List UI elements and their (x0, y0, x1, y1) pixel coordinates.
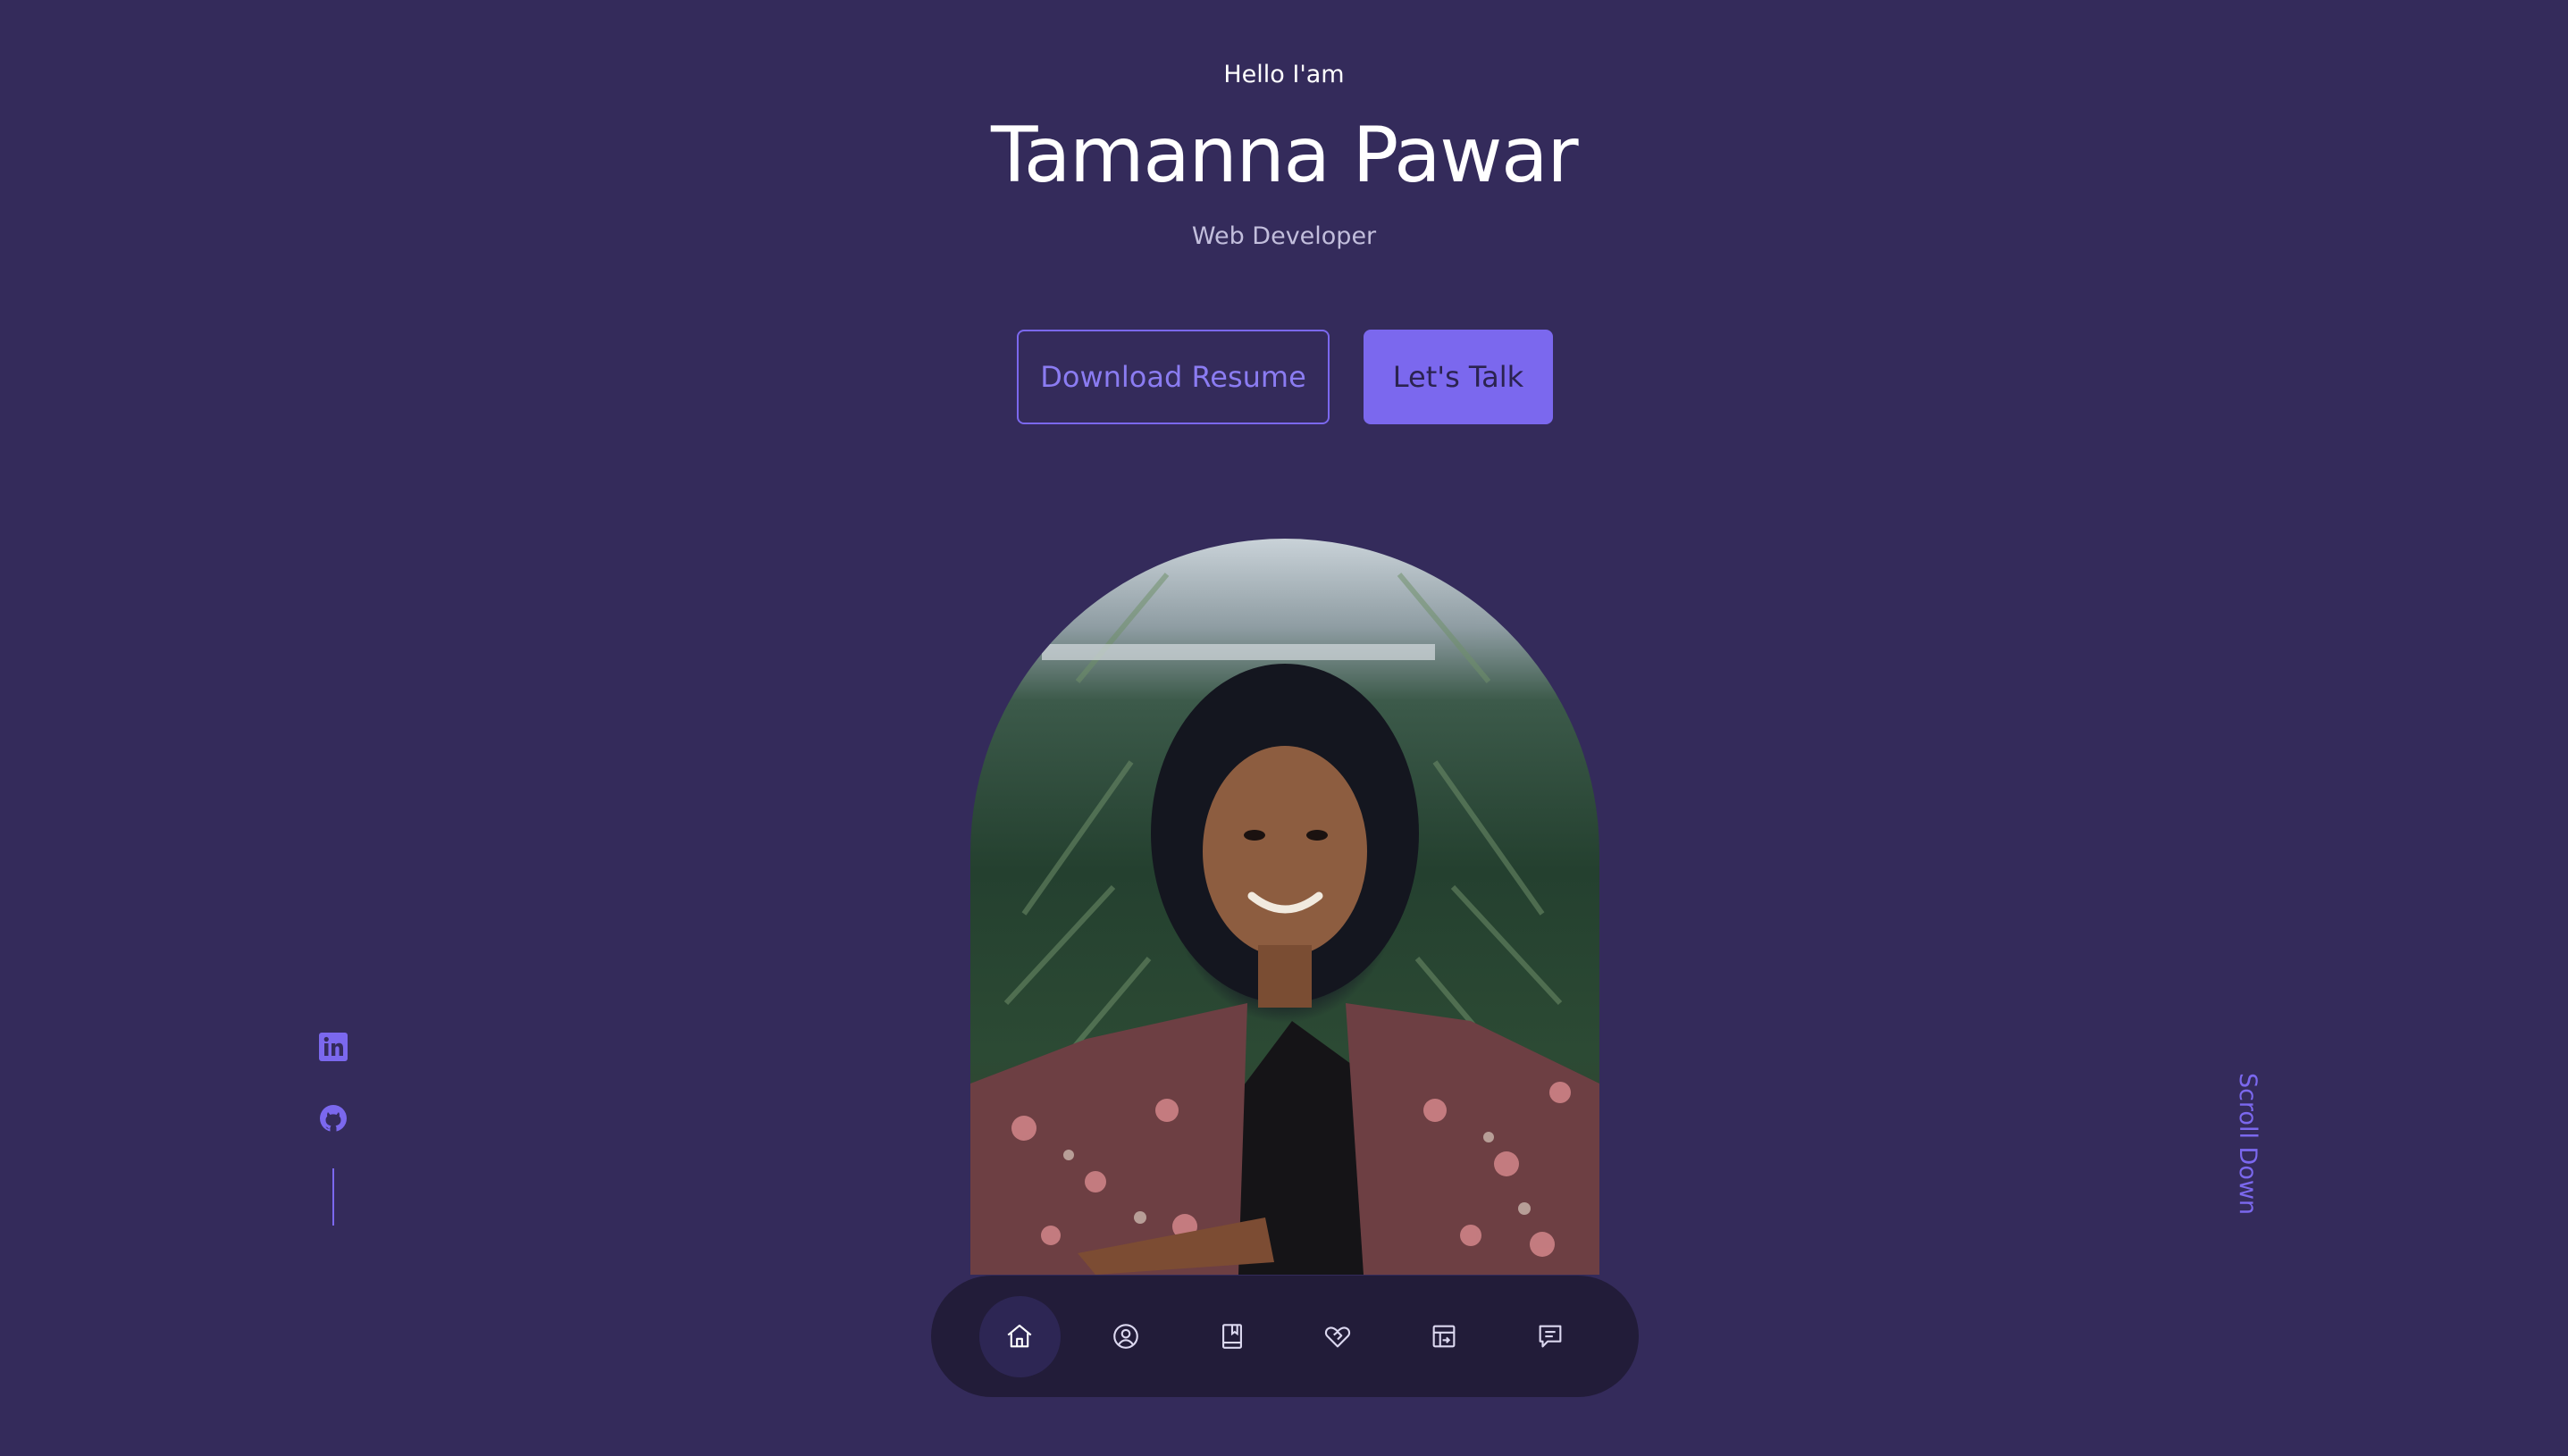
user-icon (1113, 1324, 1138, 1349)
portrait-image (970, 539, 1599, 1275)
scroll-down-label: Scroll Down (2234, 1072, 2262, 1215)
download-resume-button[interactable]: Download Resume (1017, 330, 1330, 424)
greeting-text: Hello I'am (1223, 61, 1345, 88)
portfolio-icon (1432, 1325, 1456, 1348)
bottom-nav (931, 1276, 1639, 1397)
lets-talk-button[interactable]: Let's Talk (1364, 330, 1553, 424)
github-link[interactable] (317, 1102, 349, 1134)
message-icon (1539, 1325, 1562, 1348)
portrait-illustration (970, 573, 1599, 1275)
book-icon (1221, 1324, 1242, 1349)
linkedin-icon (319, 1033, 348, 1061)
nav-home[interactable] (979, 1295, 1061, 1377)
nav-resume[interactable] (1191, 1296, 1272, 1377)
handshake-icon (1325, 1326, 1351, 1348)
nav-services[interactable] (1297, 1296, 1379, 1377)
nav-portfolio[interactable] (1404, 1296, 1485, 1377)
hero-role: Web Developer (1191, 222, 1377, 250)
nav-contact[interactable] (1509, 1296, 1590, 1377)
home-icon (1007, 1324, 1032, 1348)
linkedin-link[interactable] (317, 1031, 349, 1063)
github-icon (320, 1105, 347, 1132)
nav-about[interactable] (1086, 1296, 1167, 1377)
hero-name: Tamanna Pawar (990, 111, 1579, 200)
scroll-down-link[interactable]: Scroll Down (2212, 1072, 2284, 1215)
social-divider-line (332, 1168, 334, 1226)
